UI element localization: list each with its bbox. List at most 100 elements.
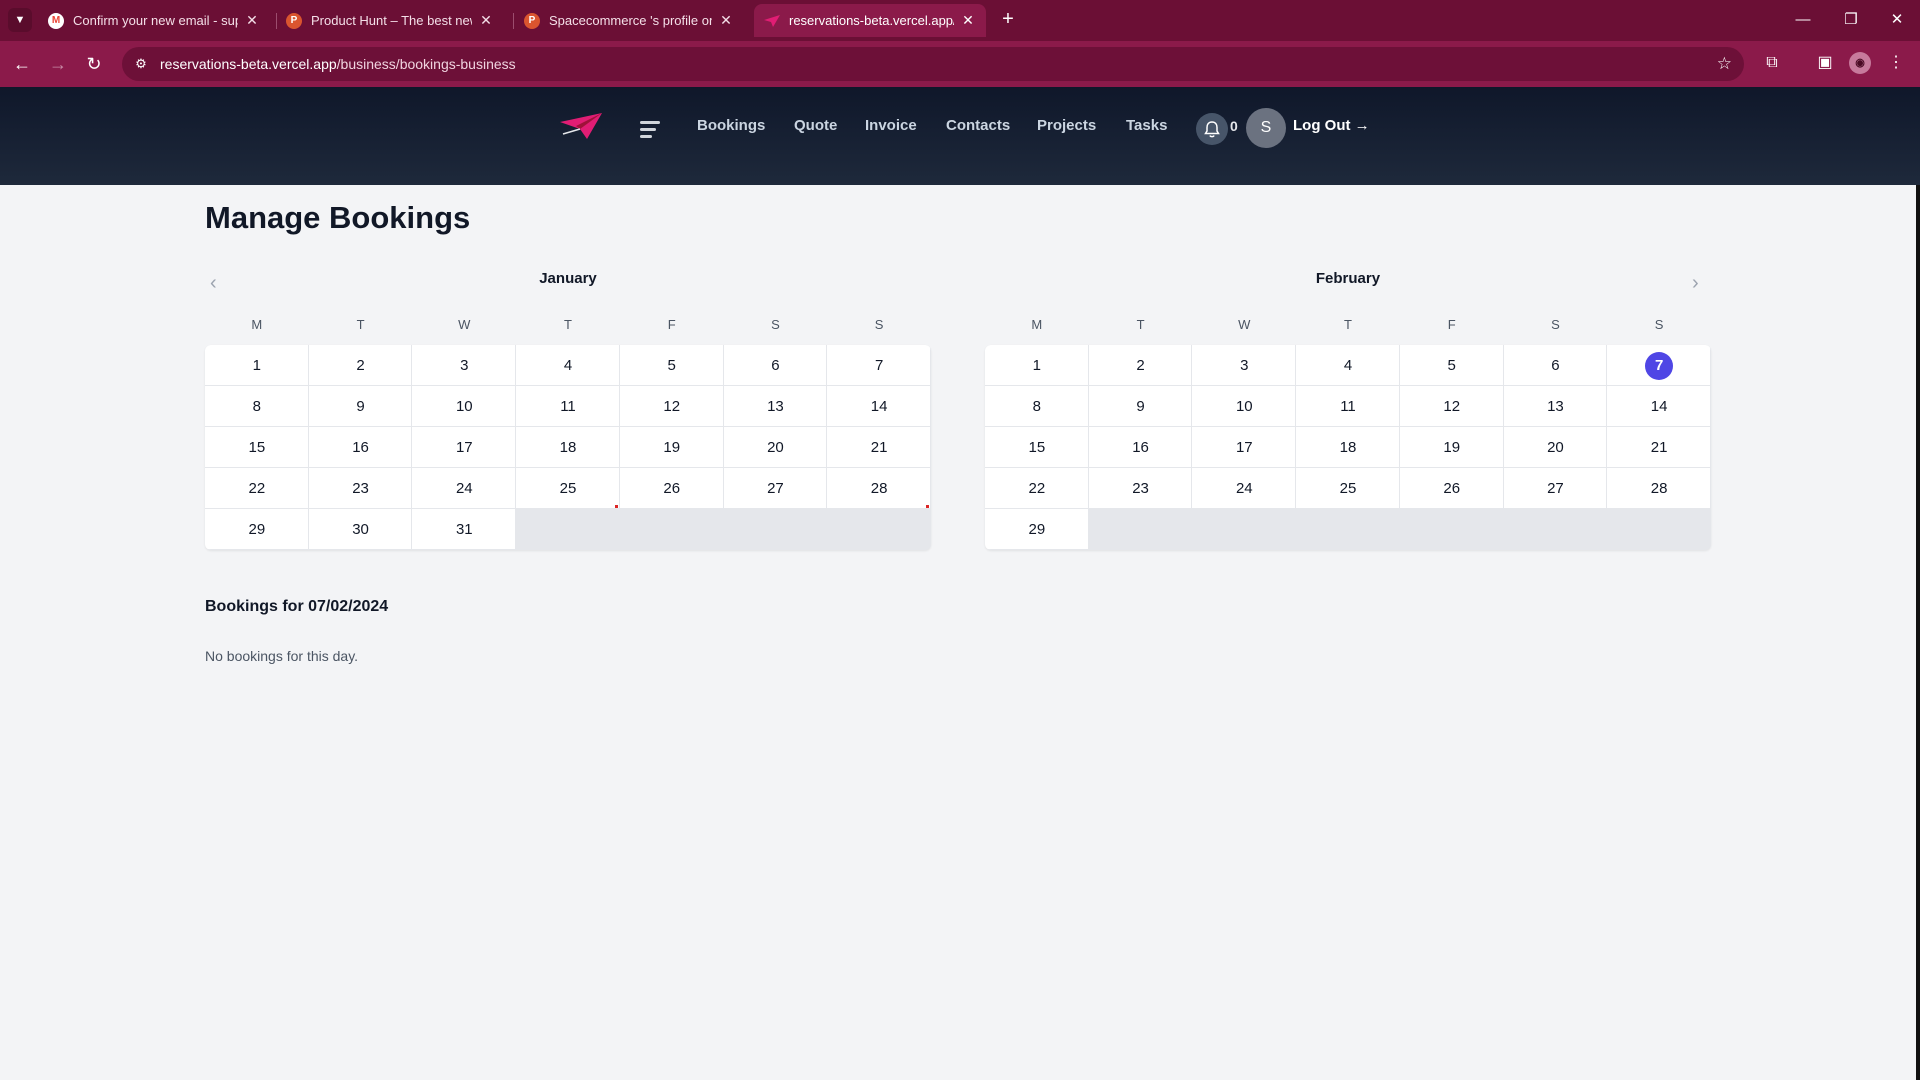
extensions-icon[interactable]: ⧉ (1761, 52, 1783, 74)
calendar-day[interactable]: 5 (619, 345, 724, 386)
calendar-day[interactable]: 12 (1399, 386, 1504, 427)
calendar-day[interactable]: 2 (308, 345, 413, 386)
calendar-day[interactable]: 29 (205, 509, 309, 550)
calendar-day[interactable]: 29 (985, 509, 1089, 550)
calendar-day[interactable]: 17 (1192, 427, 1297, 468)
forward-button[interactable]: → (44, 50, 72, 78)
notifications-button[interactable] (1196, 113, 1228, 145)
logout-link[interactable]: Log Out → (1293, 117, 1370, 134)
calendar-day[interactable]: 13 (1503, 386, 1608, 427)
calendar-day[interactable]: 13 (723, 386, 828, 427)
day-number: 21 (870, 439, 888, 456)
menu-toggle-icon[interactable] (640, 117, 664, 141)
calendar-day[interactable]: 25 (516, 468, 620, 509)
calendar-day[interactable]: 18 (1296, 427, 1400, 468)
calendar-day[interactable]: 23 (308, 468, 413, 509)
calendar-day[interactable]: 16 (308, 427, 413, 468)
calendar-day[interactable]: 1 (205, 345, 309, 386)
calendar-day[interactable]: 31 (412, 509, 517, 550)
calendar-day[interactable]: 6 (723, 345, 828, 386)
calendar-day[interactable]: 17 (412, 427, 517, 468)
back-button[interactable]: ← (8, 50, 36, 78)
calendar-day[interactable]: 15 (205, 427, 309, 468)
address-bar[interactable]: ⚙ reservations-beta.vercel.app/business/… (122, 47, 1744, 81)
bookmark-star-icon[interactable]: ☆ (1717, 54, 1732, 74)
calendar-day[interactable]: 11 (516, 386, 620, 427)
calendar-day[interactable]: 11 (1296, 386, 1400, 427)
browser-tab-spacecommerce[interactable]: P Spacecommerce 's profile on Pr ✕ (514, 4, 744, 37)
calendar-day[interactable]: 8 (985, 386, 1089, 427)
calendar-day[interactable]: 2 (1088, 345, 1193, 386)
calendar-day[interactable]: 14 (1607, 386, 1711, 427)
calendar-empty-cell (723, 509, 828, 550)
nav-bookings[interactable]: Bookings (697, 117, 765, 134)
calendar-day[interactable]: 30 (308, 509, 413, 550)
calendar-day[interactable]: 19 (619, 427, 724, 468)
more-menu-icon[interactable]: ⋮ (1885, 52, 1907, 74)
day-number: 19 (1443, 439, 1461, 456)
calendar-day[interactable]: 9 (1088, 386, 1193, 427)
calendar-day[interactable]: 3 (412, 345, 517, 386)
bell-icon (1204, 120, 1220, 137)
calendar-day[interactable]: 7 (827, 345, 931, 386)
calendar-day[interactable]: 4 (516, 345, 620, 386)
close-icon[interactable]: ✕ (478, 12, 494, 29)
calendar-day[interactable]: 23 (1088, 468, 1193, 509)
calendar-day[interactable]: 1 (985, 345, 1089, 386)
calendar-day[interactable]: 10 (412, 386, 517, 427)
calendar-day[interactable]: 5 (1399, 345, 1504, 386)
calendar-day[interactable]: 6 (1503, 345, 1608, 386)
nav-invoice[interactable]: Invoice (865, 117, 917, 134)
nav-contacts[interactable]: Contacts (946, 117, 1010, 134)
browser-tab-gmail[interactable]: M Confirm your new email - supp ✕ (38, 4, 270, 37)
close-icon[interactable]: ✕ (718, 12, 734, 29)
calendar-day[interactable]: 24 (1192, 468, 1297, 509)
calendar-day[interactable]: 28 (1607, 468, 1711, 509)
calendar-day[interactable]: 25 (1296, 468, 1400, 509)
calendar-day[interactable]: 4 (1296, 345, 1400, 386)
calendar-day[interactable]: 10 (1192, 386, 1297, 427)
reload-button[interactable]: ↻ (80, 50, 108, 78)
url-text[interactable]: reservations-beta.vercel.app/business/bo… (160, 56, 516, 72)
calendar-day[interactable]: 9 (308, 386, 413, 427)
calendar-day[interactable]: 14 (827, 386, 931, 427)
tab-search-button[interactable]: ▼ (8, 8, 32, 32)
calendar-day[interactable]: 27 (723, 468, 828, 509)
profile-avatar-icon[interactable]: ◉ (1849, 52, 1871, 74)
new-tab-button[interactable]: + (996, 8, 1020, 32)
user-avatar[interactable]: S (1246, 108, 1286, 148)
nav-quote[interactable]: Quote (794, 117, 837, 134)
calendar-day[interactable]: 16 (1088, 427, 1193, 468)
calendar-day[interactable]: 26 (619, 468, 724, 509)
browser-tab-reservations[interactable]: reservations-beta.vercel.app/bu ✕ (754, 4, 986, 37)
browser-tab-product-hunt[interactable]: P Product Hunt – The best new p ✕ (276, 4, 504, 37)
close-icon[interactable]: ✕ (244, 12, 260, 29)
calendar-day[interactable]: 22 (985, 468, 1089, 509)
minimize-button[interactable]: — (1788, 8, 1818, 32)
calendar-day[interactable]: 21 (1607, 427, 1711, 468)
side-panel-icon[interactable]: ▣ (1814, 52, 1836, 74)
calendar-day[interactable]: 26 (1399, 468, 1504, 509)
calendar-day[interactable]: 22 (205, 468, 309, 509)
calendar-day[interactable]: 20 (1503, 427, 1608, 468)
calendar-day[interactable]: 8 (205, 386, 309, 427)
calendar-day[interactable]: 20 (723, 427, 828, 468)
calendar-day[interactable]: 24 (412, 468, 517, 509)
site-settings-icon[interactable]: ⚙ (132, 56, 150, 72)
nav-projects[interactable]: Projects (1037, 117, 1096, 134)
paper-plane-logo-icon[interactable] (560, 113, 602, 144)
calendar-day[interactable]: 21 (827, 427, 931, 468)
nav-tasks[interactable]: Tasks (1126, 117, 1167, 134)
calendar-day[interactable]: 15 (985, 427, 1089, 468)
calendar-day[interactable]: 18 (516, 427, 620, 468)
calendar-day[interactable]: 27 (1503, 468, 1608, 509)
calendar-day[interactable]: 3 (1192, 345, 1297, 386)
calendar-day[interactable]: 19 (1399, 427, 1504, 468)
close-icon[interactable]: ✕ (960, 12, 976, 29)
calendar-day-selected[interactable]: 7 (1607, 345, 1711, 386)
calendar-day[interactable]: 28 (827, 468, 931, 509)
close-window-button[interactable]: ✕ (1882, 8, 1912, 32)
calendar-day[interactable]: 12 (619, 386, 724, 427)
restore-button[interactable]: ❐ (1836, 8, 1866, 32)
page-title: Manage Bookings (205, 200, 471, 235)
